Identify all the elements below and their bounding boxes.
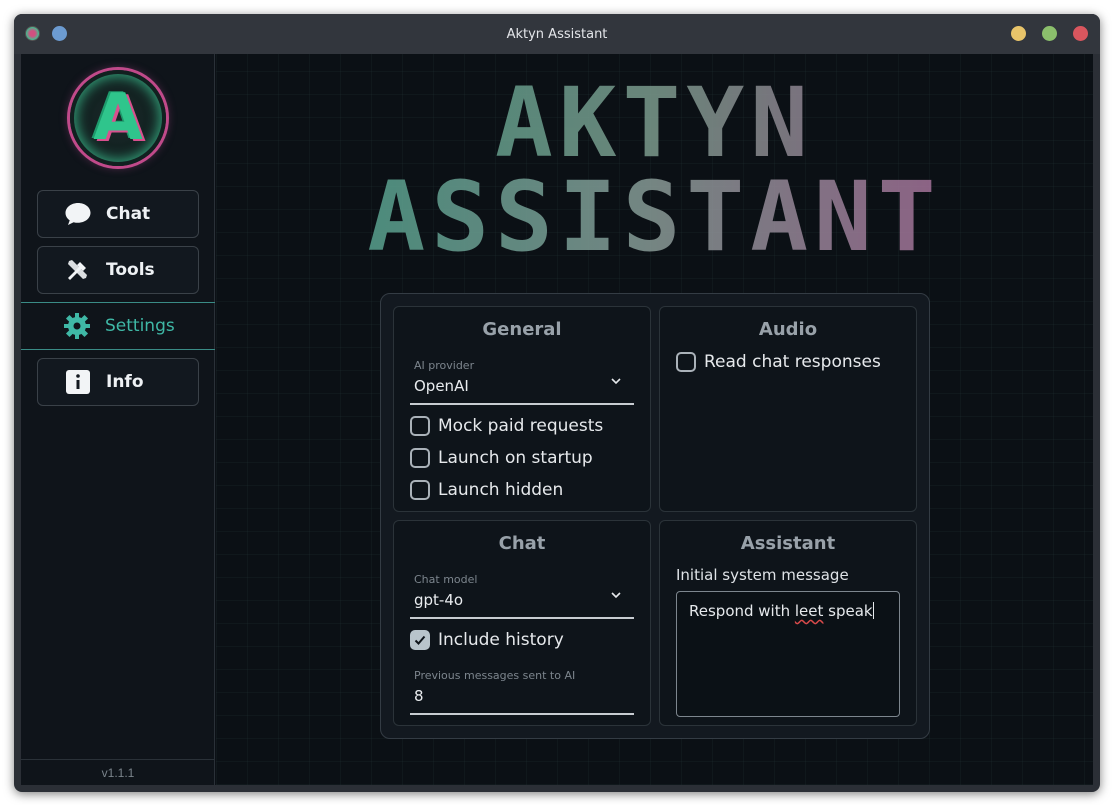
textarea-text: Respond with [689, 602, 795, 620]
previous-messages-input[interactable]: Previous messages sent to AI 8 [410, 663, 634, 715]
checkbox-box [410, 416, 430, 436]
chevron-down-icon [611, 378, 621, 385]
sidebar-item-tools[interactable]: Tools [37, 246, 199, 294]
version-label: v1.1.1 [101, 765, 135, 780]
sidebar-item-chat[interactable]: Chat [37, 190, 199, 238]
audio-section: Audio Read chat responses [659, 306, 917, 512]
app-window: Aktyn Assistant A Chat Tools Settings In… [14, 14, 1100, 792]
sidebar-item-info[interactable]: Info [37, 358, 199, 406]
section-title: Assistant [740, 533, 836, 554]
minimize-button[interactable] [1011, 26, 1026, 41]
sidebar: A Chat Tools Settings Info v1.1.1 [21, 54, 215, 785]
sidebar-item-label: Settings [105, 316, 175, 336]
info-icon [64, 368, 92, 396]
version-footer: v1.1.1 [21, 759, 215, 785]
window-title: Aktyn Assistant [506, 26, 608, 42]
checkbox-box [410, 480, 430, 500]
sidebar-item-settings[interactable]: Settings [21, 302, 215, 350]
tools-icon [64, 256, 92, 284]
title-bar: Aktyn Assistant [14, 14, 1100, 54]
checkbox-box [410, 448, 430, 468]
maximize-button[interactable] [1042, 26, 1057, 41]
sidebar-item-label: Chat [106, 204, 151, 224]
field-value: 8 [414, 687, 424, 705]
assistant-section: Assistant Initial system message Respond… [659, 520, 917, 726]
field-label: Chat model [414, 573, 478, 586]
field-value: gpt-4o [414, 591, 464, 609]
field-label: AI provider [414, 359, 475, 372]
read-chat-responses-checkbox[interactable]: Read chat responses [676, 352, 881, 372]
checkbox-label: Read chat responses [704, 352, 881, 372]
checkbox-label: Launch on startup [438, 448, 593, 468]
chat-model-select[interactable]: Chat model gpt-4o [410, 567, 634, 619]
field-label: Previous messages sent to AI [414, 669, 576, 682]
section-title: Chat [498, 533, 546, 554]
pin-button[interactable] [52, 26, 67, 41]
checkbox-label: Mock paid requests [438, 416, 604, 436]
system-message-label: Initial system message [676, 566, 849, 584]
misspelled-word: leet [794, 602, 824, 620]
app-icon[interactable] [25, 26, 40, 41]
settings-panel: General AI provider OpenAI Mock paid req… [380, 293, 930, 739]
banner-line-2: ASSISTANT [216, 169, 1093, 265]
banner-line-1: AKTYN [216, 75, 1093, 171]
system-message-textarea[interactable]: Respond with leet speak [676, 591, 900, 717]
gear-icon [63, 312, 91, 340]
checkmark-icon [414, 635, 426, 645]
sidebar-item-label: Tools [106, 260, 155, 280]
chat-bubble-icon [64, 200, 92, 228]
textarea-text-end: speak [823, 602, 873, 620]
checkbox-box [410, 630, 430, 650]
launch-on-startup-checkbox[interactable]: Launch on startup [410, 448, 593, 468]
field-value: OpenAI [414, 377, 469, 395]
ai-provider-select[interactable]: AI provider OpenAI [410, 353, 634, 405]
app-logo: A [70, 70, 166, 166]
chat-section: Chat Chat model gpt-4o Include history P… [393, 520, 651, 726]
checkbox-label: Include history [438, 630, 564, 650]
mock-paid-requests-checkbox[interactable]: Mock paid requests [410, 416, 603, 436]
text-caret [872, 602, 874, 619]
app-banner: AKTYN ASSISTANT [216, 75, 1093, 265]
chevron-down-icon [611, 592, 621, 599]
main-content: AKTYN ASSISTANT General AI provider Open… [216, 54, 1093, 785]
section-title: General [482, 319, 562, 340]
app-body: A Chat Tools Settings Info v1.1.1 AKTYN … [21, 54, 1093, 785]
include-history-checkbox[interactable]: Include history [410, 630, 564, 650]
checkbox-label: Launch hidden [438, 480, 564, 500]
checkbox-box [676, 352, 696, 372]
general-section: General AI provider OpenAI Mock paid req… [393, 306, 651, 512]
sidebar-item-label: Info [106, 372, 144, 392]
section-title: Audio [758, 319, 818, 340]
launch-hidden-checkbox[interactable]: Launch hidden [410, 480, 563, 500]
logo-letter: A [93, 81, 143, 155]
close-button[interactable] [1073, 26, 1088, 41]
